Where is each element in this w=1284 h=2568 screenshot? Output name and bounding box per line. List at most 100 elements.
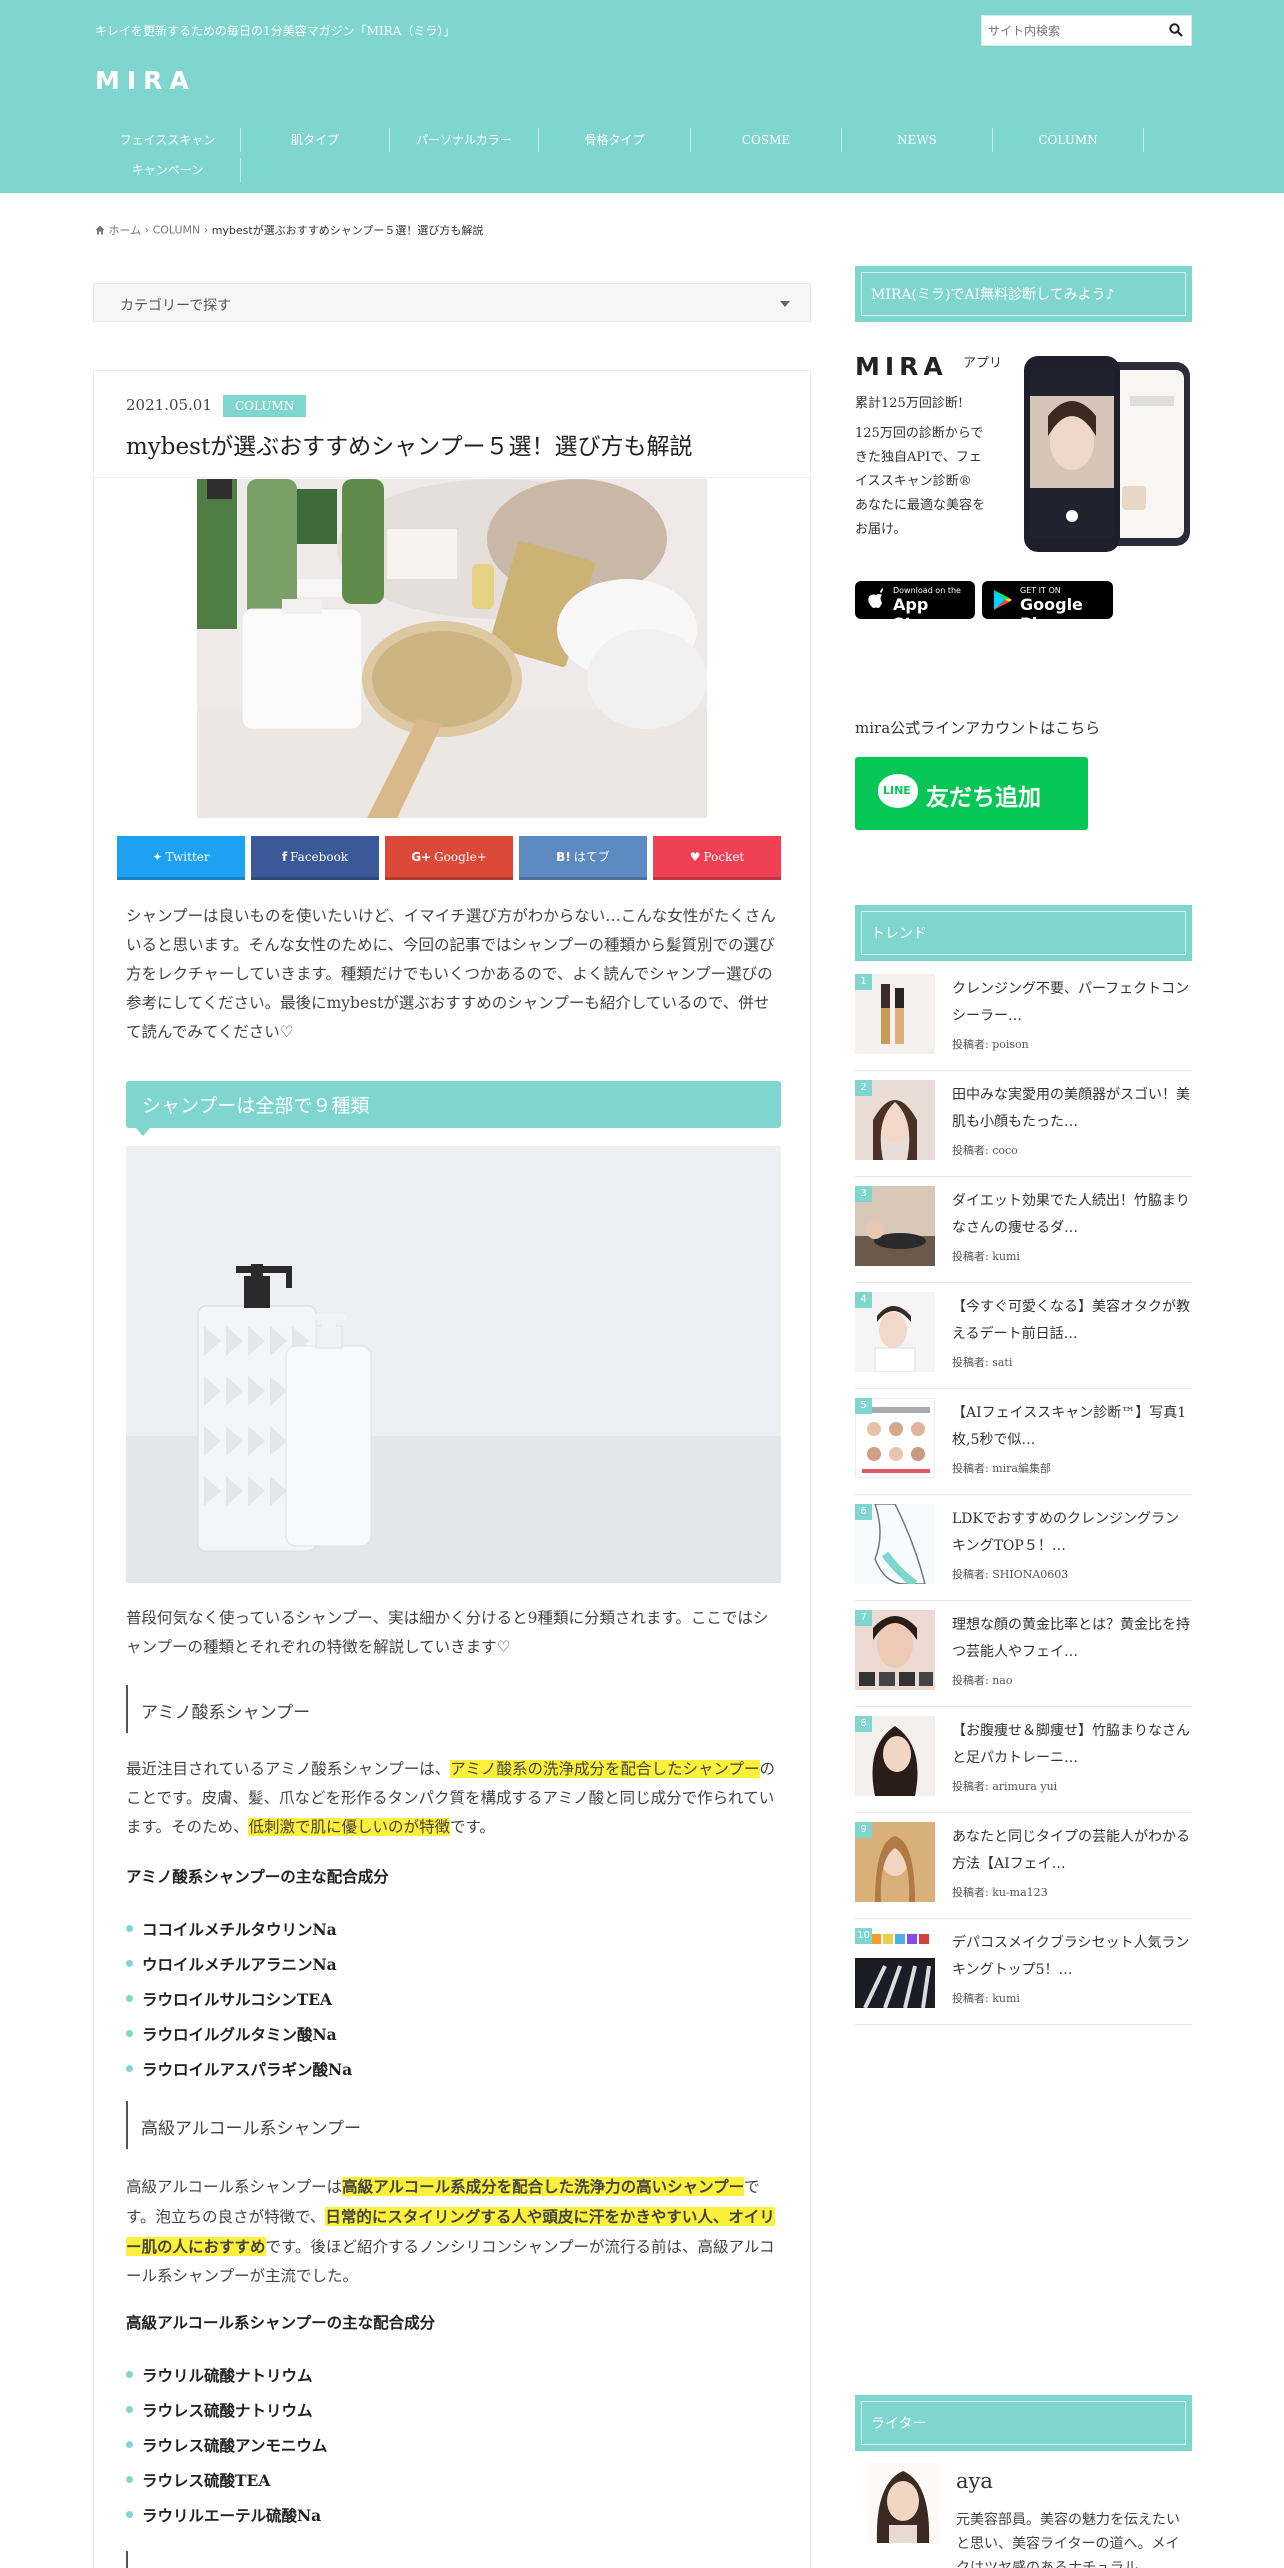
share-twitter-button[interactable]: ✦ Twitter xyxy=(117,836,245,880)
nav-personal-color[interactable]: パーソナルカラー xyxy=(390,124,538,156)
trend-author: 投稿者: arimura yui xyxy=(952,1780,1058,1793)
writer-name[interactable]: aya xyxy=(956,2469,993,2493)
heading-pointer xyxy=(136,1128,150,1136)
trend-item[interactable]: 2 田中みな実愛用の美顔器がスゴい！美肌も小顔もたった… 投稿者: coco xyxy=(855,1080,1192,1186)
nav-news[interactable]: NEWS xyxy=(842,124,992,156)
trend-item[interactable]: 1 クレンジング不要、パーフェクトコンシーラー… 投稿者: poison xyxy=(855,974,1192,1080)
googleplus-icon: G+ xyxy=(411,850,432,864)
site-header: キレイを更新するための毎日の1分美容マガジン「MIRA（ミラ）」 MIRA フェ… xyxy=(0,0,1284,193)
trend-title[interactable]: クレンジング不要、パーフェクトコンシーラー… xyxy=(952,976,1192,1030)
trend-title[interactable]: あなたと同じタイプの芸能人がわかる方法【AIフェイ… xyxy=(952,1824,1192,1878)
divider xyxy=(855,2024,1192,2025)
trend-title[interactable]: 【AIフェイススキャン診断™】写真1枚,5秒で似… xyxy=(952,1400,1192,1454)
trend-title[interactable]: 【お腹痩せ＆脚痩せ】竹脇まりなさんと足パカトレーニ… xyxy=(952,1718,1192,1772)
avatar xyxy=(867,2463,939,2543)
nav-divider xyxy=(1143,128,1144,152)
trend-item[interactable]: 3 ダイエット効果でた人続出！竹脇まりなさんの痩せるダ… 投稿者: kumi xyxy=(855,1186,1192,1292)
line-logo-icon: LINE xyxy=(878,774,918,808)
list-item-text: ラウロイルサルコシンTEA xyxy=(142,1990,333,2009)
app-text-line: 125万回の診断からできた独自APIで、フェイススキャン診断® xyxy=(855,426,984,489)
share-googleplus-label: Google+ xyxy=(434,850,487,864)
trend-author: 投稿者: SHIONA0603 xyxy=(952,1568,1069,1581)
nav-campaign[interactable]: キャンペーン xyxy=(95,154,240,186)
subsection-heading: 高級アルコール系シャンプー xyxy=(126,2101,781,2149)
app-logo: MIRA xyxy=(855,352,948,381)
trend-item[interactable]: 10 デパコスメイクブラシセット人気ランキングトップ5！… 投稿者: kumi xyxy=(855,1928,1192,2034)
highlight-text: 高級アルコール系成分を配合した洗浄力の高いシャンプー xyxy=(342,2177,745,2196)
bullet-icon xyxy=(126,2030,133,2037)
search-box[interactable] xyxy=(981,15,1192,46)
trend-item[interactable]: 4 【今すぐ可愛くなる】美容オタクが教えるデート前日話… 投稿者: sati xyxy=(855,1292,1192,1398)
trend-rank: 1 xyxy=(855,974,872,990)
sidebar-heading-ai: MIRA(ミラ)でAI無料診断してみよう♪ xyxy=(855,266,1192,322)
list-item-text: ラウロイルアスパラギン酸Na xyxy=(142,2060,353,2079)
google-play-button[interactable]: GET IT ON Google Play xyxy=(982,581,1113,633)
share-hatena-label: はてブ xyxy=(573,850,610,864)
breadcrumb-home[interactable]: ホーム xyxy=(109,224,142,237)
trend-author: 投稿者: kumi xyxy=(952,1992,1020,2005)
trend-rank: 7 xyxy=(855,1610,872,1626)
search-input[interactable] xyxy=(988,21,1158,41)
ingredients-title: 高級アルコール系シャンプーの主な配合成分 xyxy=(126,2313,436,2332)
category-dropdown-label: カテゴリーで探す xyxy=(120,298,232,314)
trend-rank: 9 xyxy=(855,1822,872,1838)
share-facebook-button[interactable]: f Facebook xyxy=(251,836,379,880)
trend-author: 投稿者: coco xyxy=(952,1144,1018,1157)
google-play-small: GET IT ON xyxy=(1020,586,1061,595)
trend-rank: 3 xyxy=(855,1186,872,1202)
google-play-big: Google Play xyxy=(1020,595,1083,633)
bullet-icon xyxy=(126,2065,133,2072)
trend-item[interactable]: 6 LDKでおすすめのクレンジングランキングTOP５！… 投稿者: SHIONA… xyxy=(855,1504,1192,1610)
line-account-label: mira公式ラインアカウントはこちら xyxy=(855,719,1101,737)
highlight-text: アミノ酸系の洗浄成分を配合したシャンプー xyxy=(450,1760,760,1778)
intro-paragraph: シャンプーは良いものを使いたいけど、イマイチ選び方がわからない…こんな女性がたく… xyxy=(126,907,776,1041)
chevron-right-icon: › xyxy=(144,223,153,237)
breadcrumb-category[interactable]: COLUMN xyxy=(153,224,201,237)
list-item-text: ラウレス硫酸ナトリウム xyxy=(142,2401,313,2420)
nav-cosme[interactable]: COSME xyxy=(691,124,841,156)
trend-item[interactable]: 9 あなたと同じタイプの芸能人がわかる方法【AIフェイ… 投稿者: ku-ma1… xyxy=(855,1822,1192,1928)
share-buttons: ✦ Twitter f Facebook G+ Google+ B! はてブ ♥ Pock… xyxy=(117,836,781,880)
sidebar-heading-text: MIRA(ミラ)でAI無料診断してみよう♪ xyxy=(871,287,1115,303)
trend-item[interactable]: 8 【お腹痩せ＆脚痩せ】竹脇まりなさんと足パカトレーニ… 投稿者: arimur… xyxy=(855,1716,1192,1822)
trend-title[interactable]: 【今すぐ可愛くなる】美容オタクが教えるデート前日話… xyxy=(952,1294,1192,1348)
sidebar-heading-trend: トレンド xyxy=(855,905,1192,961)
sidebar-heading-text: トレンド xyxy=(871,926,927,942)
nav-bone-type[interactable]: 骨格タイプ xyxy=(539,124,690,156)
trend-author: 投稿者: poison xyxy=(952,1038,1029,1051)
line-add-friend-button[interactable]: LINE 友だち追加 xyxy=(855,757,1088,830)
category-badge[interactable]: COLUMN xyxy=(223,395,307,417)
subsection-heading-text: 高級アルコール系シャンプー xyxy=(141,2119,361,2139)
trend-title[interactable]: デパコスメイクブラシセット人気ランキングトップ5！… xyxy=(952,1930,1192,1984)
share-hatena-button[interactable]: B! はてブ xyxy=(519,836,647,880)
subsection-heading xyxy=(126,2551,781,2568)
divider xyxy=(855,1494,1192,1495)
trend-title[interactable]: LDKでおすすめのクレンジングランキングTOP５！… xyxy=(952,1506,1192,1560)
search-button[interactable] xyxy=(1161,16,1191,45)
trend-title[interactable]: 田中みな実愛用の美顔器がスゴい！美肌も小顔もたった… xyxy=(952,1082,1192,1136)
app-store-button[interactable]: Download on the App Store xyxy=(855,581,975,633)
nav-column[interactable]: COLUMN xyxy=(993,124,1143,156)
trend-title[interactable]: 理想な顔の黄金比率とは？黄金比を持つ芸能人やフェイ… xyxy=(952,1612,1192,1666)
google-play-icon xyxy=(994,590,1012,610)
trend-item[interactable]: 7 理想な顔の黄金比率とは？黄金比を持つ芸能人やフェイ… 投稿者: nao xyxy=(855,1610,1192,1716)
text-run: 最近注目されているアミノ酸系シャンプーは、 xyxy=(126,1760,451,1778)
nav-skin-type[interactable]: 肌タイプ xyxy=(241,124,389,156)
chevron-right-icon: › xyxy=(203,223,212,237)
hero-image xyxy=(197,479,707,818)
share-twitter-label: Twitter xyxy=(165,850,210,864)
section-heading: シャンプーは全部で９種類 xyxy=(126,1081,781,1128)
trend-title[interactable]: ダイエット効果でた人続出！竹脇まりなさんの痩せるダ… xyxy=(952,1188,1192,1242)
trend-rank: 10 xyxy=(855,1928,872,1944)
share-googleplus-button[interactable]: G+ Google+ xyxy=(385,836,513,880)
app-store-big: App Store xyxy=(893,595,942,633)
category-dropdown[interactable]: カテゴリーで探す xyxy=(93,283,811,322)
share-pocket-button[interactable]: ♥ Pocket xyxy=(653,836,781,880)
list-item-text: ウロイルメチルアラニンNa xyxy=(142,1955,337,1974)
trend-item[interactable]: 5 【AIフェイススキャン診断™】写真1枚,5秒で似… 投稿者: mira編集部 xyxy=(855,1398,1192,1504)
nav-face-scan[interactable]: フェイススキャン xyxy=(95,124,240,156)
trend-rank: 8 xyxy=(855,1716,872,1732)
divider xyxy=(855,1176,1192,1177)
divider xyxy=(855,1282,1192,1283)
site-logo[interactable]: MIRA xyxy=(95,66,196,95)
